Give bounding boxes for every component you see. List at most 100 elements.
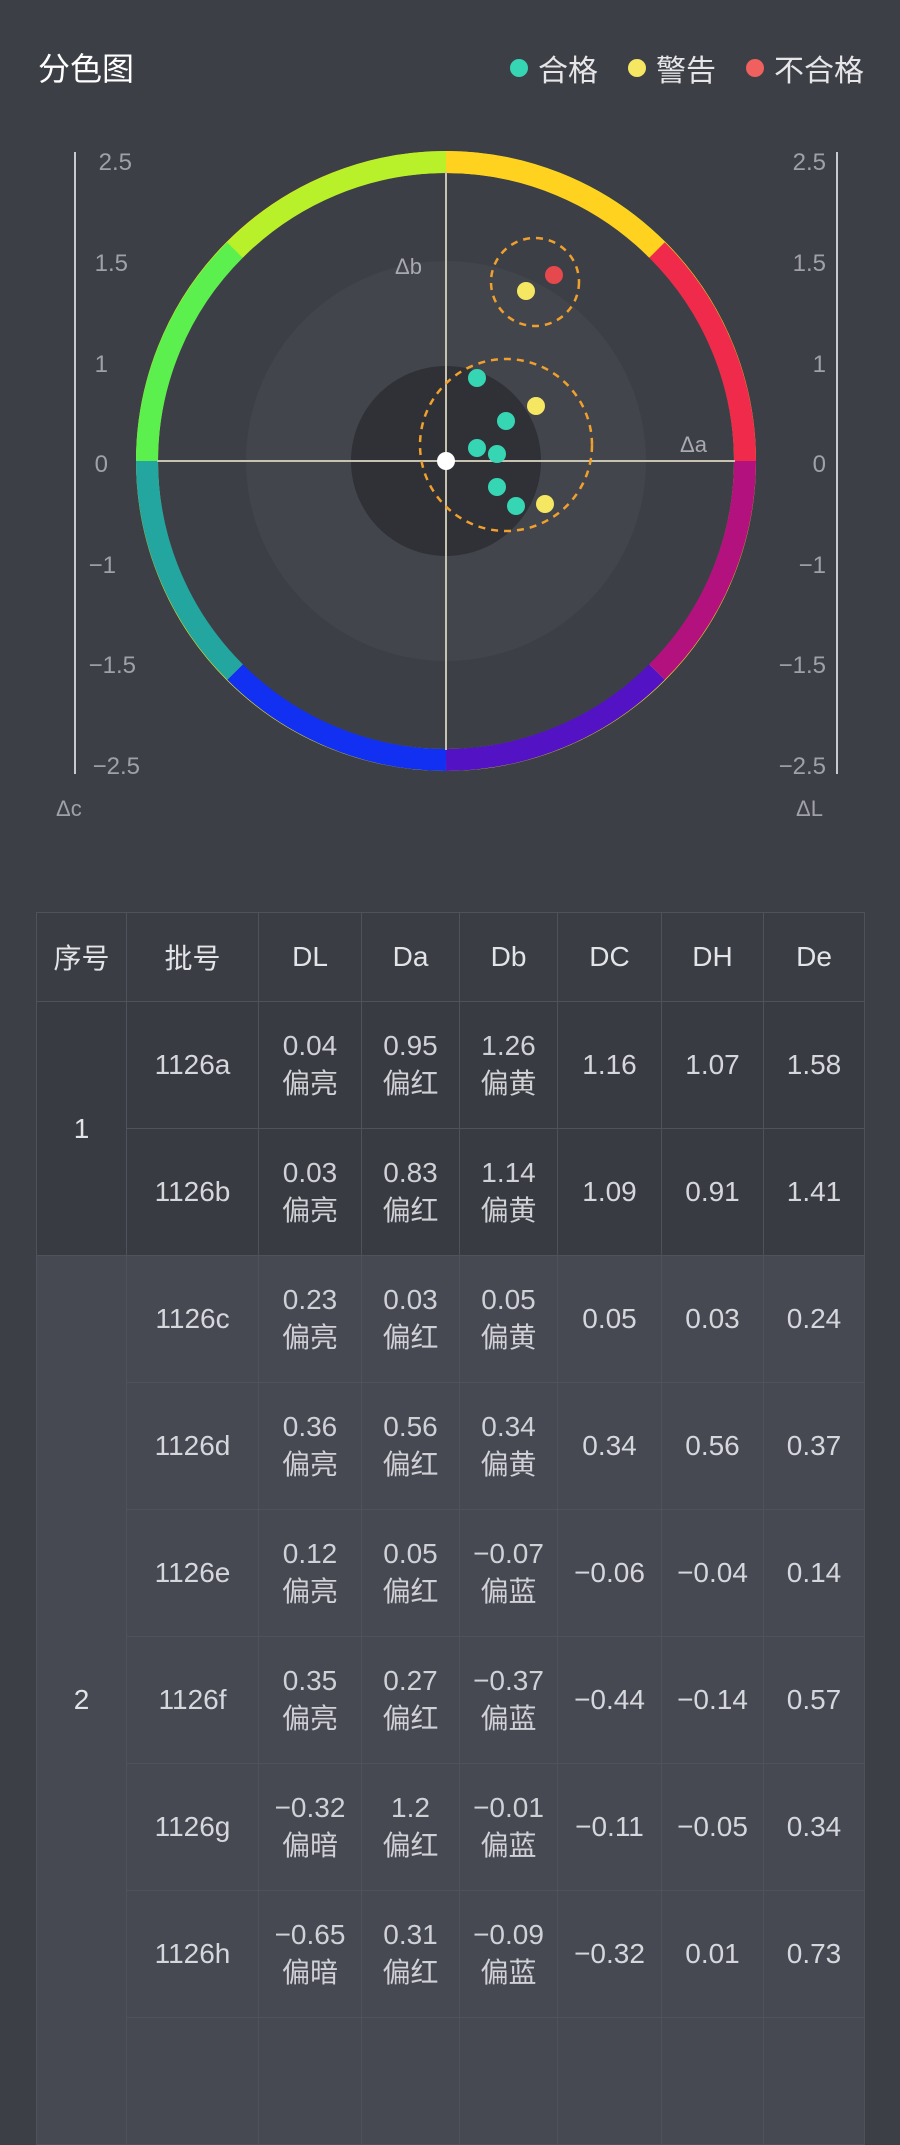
group-index-cell: 2 bbox=[36, 1255, 127, 2145]
dh-cell: −0.05 bbox=[661, 1763, 764, 1891]
legend-label: 合格 bbox=[538, 55, 598, 88]
db-cell: −0.07 偏蓝 bbox=[459, 1509, 558, 1637]
left-tick: −2.5 bbox=[93, 753, 140, 780]
right-tick: −1 bbox=[799, 552, 826, 579]
da-value: 0.31 bbox=[383, 1919, 438, 1950]
point[interactable] bbox=[545, 266, 563, 284]
dl-value: 0.36 bbox=[282, 1411, 338, 1442]
dl-cell: −0.65 偏暗 bbox=[258, 1890, 362, 2018]
dl-value: 0.03 bbox=[282, 1157, 338, 1188]
right-tick: −2.5 bbox=[779, 753, 826, 780]
dh-cell: 0.56 bbox=[661, 1382, 764, 1510]
dl-cell: −0.32 偏暗 bbox=[258, 1763, 362, 1891]
table-row[interactable]: 1126e 0.12 偏亮 0.05 偏红 −0.07 偏蓝 −0.06 −0.04 … bbox=[37, 1509, 865, 1637]
table-row[interactable]: 1126b 0.03 偏亮 0.83 偏红 1.14 偏黄 1.09 0.91 1.4… bbox=[37, 1128, 865, 1256]
db-note: 偏蓝 bbox=[480, 1830, 537, 1861]
table-row[interactable]: 1126f 0.35 偏亮 0.27 偏红 −0.37 偏蓝 −0.44 −0.14 … bbox=[37, 1636, 865, 1764]
db-cell bbox=[459, 2017, 558, 2145]
da-cell: 0.31 偏红 bbox=[361, 1890, 460, 2018]
dc-cell: −0.11 bbox=[557, 1763, 662, 1891]
batch-cell: 1126g bbox=[126, 1763, 259, 1891]
db-cell: −0.09 偏蓝 bbox=[459, 1890, 558, 2018]
point[interactable] bbox=[517, 282, 535, 300]
header-batch: 批号 bbox=[126, 912, 259, 1002]
data-table: 序号 批号 DL Da Db DC DH De 1 1126a 0.04 偏亮 0… bbox=[36, 912, 865, 2145]
dl-note: 偏暗 bbox=[281, 1957, 338, 1988]
dl-cell: 0.23 偏亮 bbox=[258, 1255, 362, 1383]
point[interactable] bbox=[488, 445, 506, 463]
group-index-cell: 1 bbox=[36, 1001, 127, 1256]
dh-cell: 0.03 bbox=[661, 1255, 764, 1383]
dl-cell bbox=[258, 2017, 362, 2145]
da-note: 偏红 bbox=[382, 1830, 439, 1861]
batch-cell: 1126h bbox=[126, 1890, 259, 2018]
dh-cell: −0.14 bbox=[661, 1636, 764, 1764]
db-value: −0.01 bbox=[473, 1792, 544, 1823]
da-value: 0.05 bbox=[383, 1538, 438, 1569]
db-cell: 1.26 偏黄 bbox=[459, 1001, 558, 1129]
table-row[interactable]: 1126d 0.36 偏亮 0.56 偏红 0.34 偏黄 0.34 0.56 0.3… bbox=[37, 1382, 865, 1510]
fail-dot-icon bbox=[746, 59, 764, 77]
dl-note: 偏亮 bbox=[281, 1703, 338, 1734]
table-row[interactable]: 2 1126c 0.23 偏亮 0.03 偏红 0.05 偏黄 0.05 0.03 0… bbox=[36, 1255, 865, 2145]
dl-cell: 0.36 偏亮 bbox=[258, 1382, 362, 1510]
dl-cell: 0.12 偏亮 bbox=[258, 1509, 362, 1637]
de-cell: 0.57 bbox=[763, 1636, 865, 1764]
table-row bbox=[37, 2017, 865, 2145]
header-index: 序号 bbox=[36, 912, 127, 1002]
batch-cell: 1126f bbox=[126, 1636, 259, 1764]
batch-cell: 1126d bbox=[126, 1382, 259, 1510]
da-note: 偏红 bbox=[382, 1703, 439, 1734]
table-row[interactable]: 1 1126a 0.04 偏亮 0.95 偏红 1.26 偏黄 1.16 1.07 1… bbox=[36, 1001, 865, 1256]
point[interactable] bbox=[468, 439, 486, 457]
dl-value: 0.23 bbox=[282, 1284, 338, 1315]
da-note: 偏红 bbox=[382, 1449, 439, 1480]
batch-cell: 1126a bbox=[126, 1001, 259, 1129]
da-cell: 0.95 偏红 bbox=[361, 1001, 460, 1129]
dc-cell: 0.34 bbox=[557, 1382, 662, 1510]
da-cell: 0.56 偏红 bbox=[361, 1382, 460, 1510]
dc-cell: 0.05 bbox=[557, 1255, 662, 1383]
db-note: 偏黄 bbox=[480, 1068, 537, 1099]
db-value: 1.26 bbox=[481, 1030, 536, 1061]
db-cell: 0.05 偏黄 bbox=[459, 1255, 558, 1383]
da-cell: 0.05 偏红 bbox=[361, 1509, 460, 1637]
axis-label-c: Δc bbox=[56, 796, 82, 821]
dc-cell: −0.06 bbox=[557, 1509, 662, 1637]
point[interactable] bbox=[468, 369, 486, 387]
db-value: 0.34 bbox=[481, 1411, 536, 1442]
da-value: 0.56 bbox=[383, 1411, 438, 1442]
point[interactable] bbox=[497, 412, 515, 430]
left-tick: −1 bbox=[89, 552, 116, 579]
da-cell bbox=[361, 2017, 460, 2145]
dl-note: 偏暗 bbox=[281, 1830, 338, 1861]
warn-dot-icon bbox=[628, 59, 646, 77]
legend-label: 警告 bbox=[656, 55, 716, 88]
left-tick: −1.5 bbox=[89, 652, 136, 679]
point[interactable] bbox=[527, 397, 545, 415]
point[interactable] bbox=[507, 497, 525, 515]
dl-note: 偏亮 bbox=[281, 1576, 338, 1607]
da-value: 0.27 bbox=[383, 1665, 438, 1696]
point[interactable] bbox=[536, 495, 554, 513]
dh-cell: 0.01 bbox=[661, 1890, 764, 2018]
db-cell: 0.34 偏黄 bbox=[459, 1382, 558, 1510]
axis-label-b: Δb bbox=[395, 254, 422, 279]
header-de: De bbox=[763, 912, 865, 1002]
point[interactable] bbox=[488, 478, 506, 496]
table-row[interactable]: 1126g −0.32 偏暗 1.2 偏红 −0.01 偏蓝 −0.11 −0.05 … bbox=[37, 1763, 865, 1891]
de-cell: 0.14 bbox=[763, 1509, 865, 1637]
batch-cell bbox=[126, 2017, 259, 2145]
da-cell: 0.27 偏红 bbox=[361, 1636, 460, 1764]
table-row[interactable]: 1126h −0.65 偏暗 0.31 偏红 −0.09 偏蓝 −0.32 0.01 … bbox=[37, 1890, 865, 2018]
de-cell: 1.41 bbox=[763, 1128, 865, 1256]
left-tick: 1 bbox=[95, 351, 108, 378]
header-dl: DL bbox=[258, 912, 362, 1002]
dl-note: 偏亮 bbox=[281, 1322, 338, 1353]
da-cell: 0.83 偏红 bbox=[361, 1128, 460, 1256]
left-tick: 2.5 bbox=[99, 149, 132, 176]
dc-cell bbox=[557, 2017, 662, 2145]
pass-dot-icon bbox=[510, 59, 528, 77]
right-tick: 1.5 bbox=[793, 250, 826, 277]
dc-cell: −0.32 bbox=[557, 1890, 662, 2018]
